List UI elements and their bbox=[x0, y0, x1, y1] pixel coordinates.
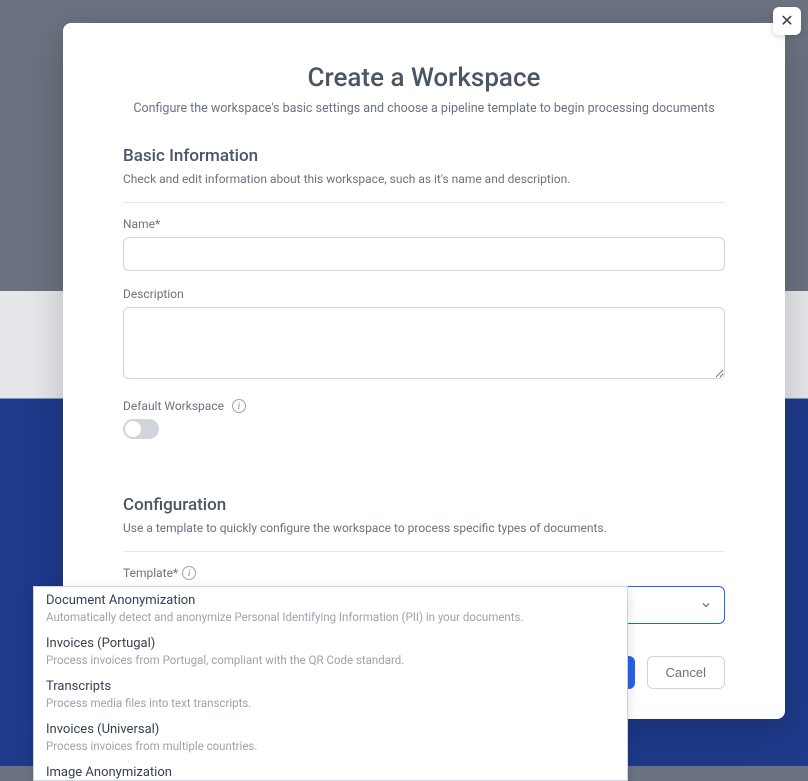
divider bbox=[123, 551, 725, 552]
option-title: Transcripts bbox=[46, 679, 615, 694]
template-option[interactable]: Transcripts Process media files into tex… bbox=[34, 673, 627, 716]
template-option[interactable]: Document Anonymization Automatically det… bbox=[34, 587, 627, 630]
description-input[interactable] bbox=[123, 307, 725, 379]
info-icon[interactable]: i bbox=[182, 566, 196, 580]
default-workspace-label: Default Workspace bbox=[123, 399, 224, 413]
template-label: Template* i bbox=[123, 566, 725, 580]
section-desc-basic: Check and edit information about this wo… bbox=[123, 172, 725, 186]
default-workspace-row: Default Workspace i bbox=[123, 399, 725, 413]
modal-subtitle: Configure the workspace's basic settings… bbox=[123, 101, 725, 116]
chevron-down-icon bbox=[700, 599, 712, 611]
close-icon: ✕ bbox=[780, 11, 793, 31]
option-desc: Process media files into text transcript… bbox=[46, 696, 615, 710]
option-title: Invoices (Portugal) bbox=[46, 636, 615, 651]
option-desc: Automatically detect and anonymize Perso… bbox=[46, 610, 615, 624]
modal-header: Create a Workspace Configure the workspa… bbox=[123, 63, 725, 116]
option-title: Image Anonymization bbox=[46, 765, 615, 780]
section-heading-config: Configuration bbox=[123, 495, 725, 515]
template-option[interactable]: Invoices (Portugal) Process invoices fro… bbox=[34, 630, 627, 673]
divider bbox=[123, 202, 725, 203]
template-dropdown[interactable]: Document Anonymization Automatically det… bbox=[33, 586, 628, 781]
section-desc-config: Use a template to quickly configure the … bbox=[123, 521, 725, 535]
cancel-button[interactable]: Cancel bbox=[647, 656, 725, 689]
option-title: Invoices (Universal) bbox=[46, 722, 615, 737]
option-desc: Process invoices from Portugal, complian… bbox=[46, 653, 615, 667]
template-option[interactable]: Invoices (Universal) Process invoices fr… bbox=[34, 716, 627, 759]
template-option[interactable]: Image Anonymization bbox=[34, 759, 627, 781]
basic-information-section: Basic Information Check and edit informa… bbox=[123, 146, 725, 439]
modal-title: Create a Workspace bbox=[123, 63, 725, 93]
section-heading-basic: Basic Information bbox=[123, 146, 725, 166]
option-title: Document Anonymization bbox=[46, 593, 615, 608]
info-icon[interactable]: i bbox=[232, 399, 246, 413]
description-label: Description bbox=[123, 287, 725, 301]
close-button[interactable]: ✕ bbox=[773, 7, 801, 35]
configuration-section: Configuration Use a template to quickly … bbox=[123, 495, 725, 624]
name-input[interactable] bbox=[123, 237, 725, 271]
option-desc: Process invoices from multiple countries… bbox=[46, 739, 615, 753]
name-label: Name* bbox=[123, 217, 725, 231]
default-workspace-toggle[interactable] bbox=[123, 419, 159, 439]
create-workspace-modal: Create a Workspace Configure the workspa… bbox=[63, 23, 785, 719]
